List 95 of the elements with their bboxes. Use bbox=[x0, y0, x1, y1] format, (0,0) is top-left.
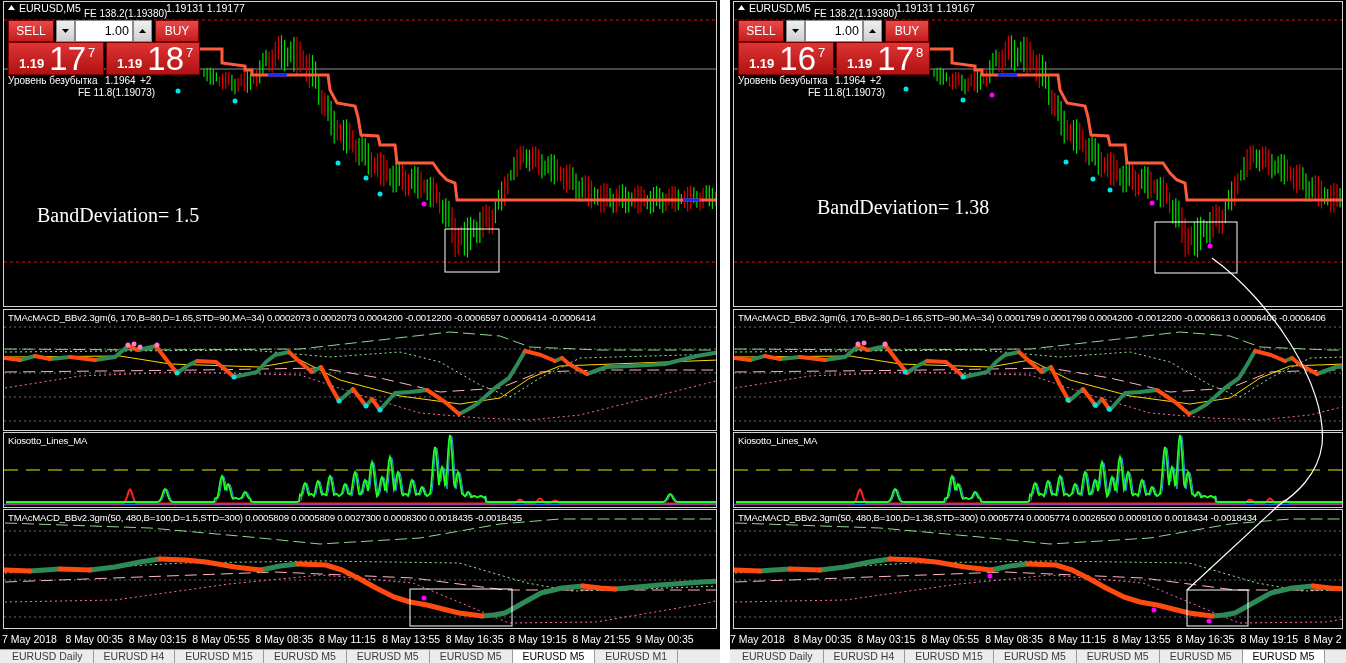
caret-up-icon bbox=[869, 29, 876, 33]
caret-down-icon bbox=[62, 29, 69, 33]
breakeven-points: +2 bbox=[870, 75, 882, 86]
signal-dot bbox=[421, 595, 427, 601]
signal-dot bbox=[882, 341, 888, 347]
time-axis-label: 8 May 03:15 bbox=[128, 633, 188, 645]
stop-marker-segment bbox=[998, 73, 1017, 77]
indicator-label: Kiosotto_Lines_MA bbox=[8, 435, 88, 446]
breakeven-price: 1.1964 bbox=[105, 75, 136, 86]
signal-dot bbox=[175, 88, 181, 94]
time-axis-label: 8 May 08:35 bbox=[985, 633, 1044, 645]
price-quote: 1.19131 1.19177 bbox=[166, 2, 245, 14]
lot-size-field[interactable]: 1.00 bbox=[805, 20, 863, 42]
signal-dot bbox=[335, 160, 341, 166]
lot-increase-button[interactable] bbox=[863, 20, 882, 42]
time-axis-label: 8 May 00:35 bbox=[65, 633, 125, 645]
time-axis-label: 8 May 13:55 bbox=[382, 633, 442, 645]
signal-dot bbox=[231, 374, 237, 380]
signal-dot bbox=[377, 407, 383, 413]
time-axis-label: 8 May 11:15 bbox=[1049, 633, 1107, 645]
signal-dot bbox=[1207, 243, 1213, 249]
highlight-box bbox=[1186, 589, 1249, 627]
signal-dot bbox=[989, 92, 995, 98]
breakeven-price: 1.1964 bbox=[835, 75, 866, 86]
price-quote: 1.19131 1.19167 bbox=[896, 2, 975, 14]
sell-button[interactable]: SELL bbox=[8, 20, 54, 42]
time-axis-label: 8 May 19:15 bbox=[1240, 633, 1300, 645]
caret-down-icon bbox=[792, 29, 799, 33]
time-axis-label: 7 May 2018 bbox=[2, 633, 58, 645]
time-axis-label: 8 May 21:55 bbox=[572, 633, 632, 645]
triangle-icon[interactable] bbox=[8, 5, 15, 10]
chart-tab[interactable]: EURUSD M5 bbox=[1242, 650, 1326, 663]
lot-decrease-button[interactable] bbox=[786, 20, 805, 42]
time-axis-label: 8 May 19:15 bbox=[509, 633, 568, 645]
time-axis-label: 8 May 05:55 bbox=[921, 633, 981, 645]
caret-up-icon bbox=[139, 29, 146, 33]
signal-dot bbox=[1090, 176, 1096, 182]
band-deviation-note: BandDeviation= 1.38 bbox=[817, 196, 990, 219]
fibo-level-label: FE 138.2(1.19380) bbox=[84, 8, 168, 19]
signal-dot bbox=[174, 370, 180, 376]
indicator-label: Kiosotto_Lines_MA bbox=[738, 435, 818, 446]
fibo-level-label: FE 11.8(1.19073) bbox=[808, 87, 886, 98]
stop-marker-segment bbox=[683, 198, 700, 202]
indicator-label: TMAcMACD_BBv2.3gm(6, 170,B=80,D=1.65,STD=90,MA=34) 0.0002073 0.0002073 0.0004200 -0.0012200 -0.0006597 0.0006414 -0.0006414 bbox=[8, 312, 596, 323]
lot-size-field[interactable]: 1.00 bbox=[75, 20, 133, 42]
fibo-level-label: FE 138.2(1.19380) bbox=[814, 8, 898, 19]
lot-increase-button[interactable] bbox=[133, 20, 152, 42]
time-axis-label: 8 May 08:35 bbox=[255, 633, 315, 645]
signal-dot bbox=[1151, 607, 1157, 613]
signal-dot bbox=[1065, 397, 1071, 403]
signal-dot bbox=[1063, 159, 1069, 165]
breakeven-label: Уровень безубытка bbox=[8, 75, 98, 86]
signal-dot bbox=[232, 98, 238, 104]
signal-dot bbox=[1092, 402, 1098, 408]
time-axis-label: 8 May 2 bbox=[1304, 633, 1342, 645]
signal-dot bbox=[903, 86, 909, 92]
lot-decrease-button[interactable] bbox=[56, 20, 75, 42]
time-axis-label: 8 May 00:35 bbox=[793, 633, 853, 645]
stop-marker-segment bbox=[268, 73, 287, 77]
signal-dot bbox=[421, 201, 427, 207]
time-axis-label: 8 May 05:55 bbox=[192, 633, 251, 645]
signal-dot bbox=[960, 374, 966, 380]
signal-dot bbox=[363, 403, 369, 409]
triangle-icon[interactable] bbox=[738, 5, 745, 10]
signal-dot bbox=[1149, 200, 1155, 206]
indicator-label: TMAcMACD_BBv2.3gm(50, 480,B=100,D=1.38,STD=300) 0.0005774 0.0005774 0.0026500 0.0009100 0.0018434 -0.0018434 bbox=[738, 512, 1257, 523]
time-axis-label: 8 May 11:15 bbox=[318, 633, 377, 645]
indicator-label: TMAcMACD_BBv2.3gm(50, 480,B=100,D=1.5,STD=300) 0.0005809 0.0005809 0.0027300 0.0008300 0.0018435 -0.0018435 bbox=[8, 512, 522, 523]
signal-dot bbox=[377, 191, 383, 197]
signal-dot bbox=[1206, 618, 1212, 624]
time-axis-label: 8 May 03:15 bbox=[857, 633, 917, 645]
time-axis-label: 9 May 00:35 bbox=[635, 633, 694, 645]
signal-dot bbox=[960, 97, 966, 103]
breakeven-points: +2 bbox=[140, 75, 152, 86]
time-axis-label: 7 May 2018 bbox=[730, 633, 786, 645]
signal-dot bbox=[336, 398, 342, 404]
symbol-title: EURUSD,M5 bbox=[19, 2, 81, 14]
time-axis-label: 8 May 16:35 bbox=[1176, 633, 1236, 645]
time-axis-label: 8 May 13:55 bbox=[1112, 633, 1172, 645]
chart-tab[interactable]: EURUSD M5 bbox=[512, 650, 596, 663]
buy-button[interactable]: BUY bbox=[885, 20, 929, 42]
band-deviation-note: BandDeviation= 1.5 bbox=[37, 204, 200, 227]
buy-button[interactable]: BUY bbox=[155, 20, 199, 42]
symbol-title: EURUSD,M5 bbox=[749, 2, 811, 14]
highlight-box bbox=[444, 228, 500, 273]
signal-dot bbox=[902, 369, 908, 375]
time-axis-label: 8 May 16:35 bbox=[445, 633, 505, 645]
signal-dot bbox=[363, 175, 369, 181]
signal-dot bbox=[987, 573, 993, 579]
fibo-level-label: FE 11.8(1.19073) bbox=[78, 87, 156, 98]
signal-dot bbox=[1106, 406, 1112, 412]
signal-dot bbox=[154, 342, 160, 348]
breakeven-label: Уровень безубытка bbox=[738, 75, 828, 86]
signal-dot bbox=[1107, 187, 1113, 193]
sell-button[interactable]: SELL bbox=[738, 20, 784, 42]
